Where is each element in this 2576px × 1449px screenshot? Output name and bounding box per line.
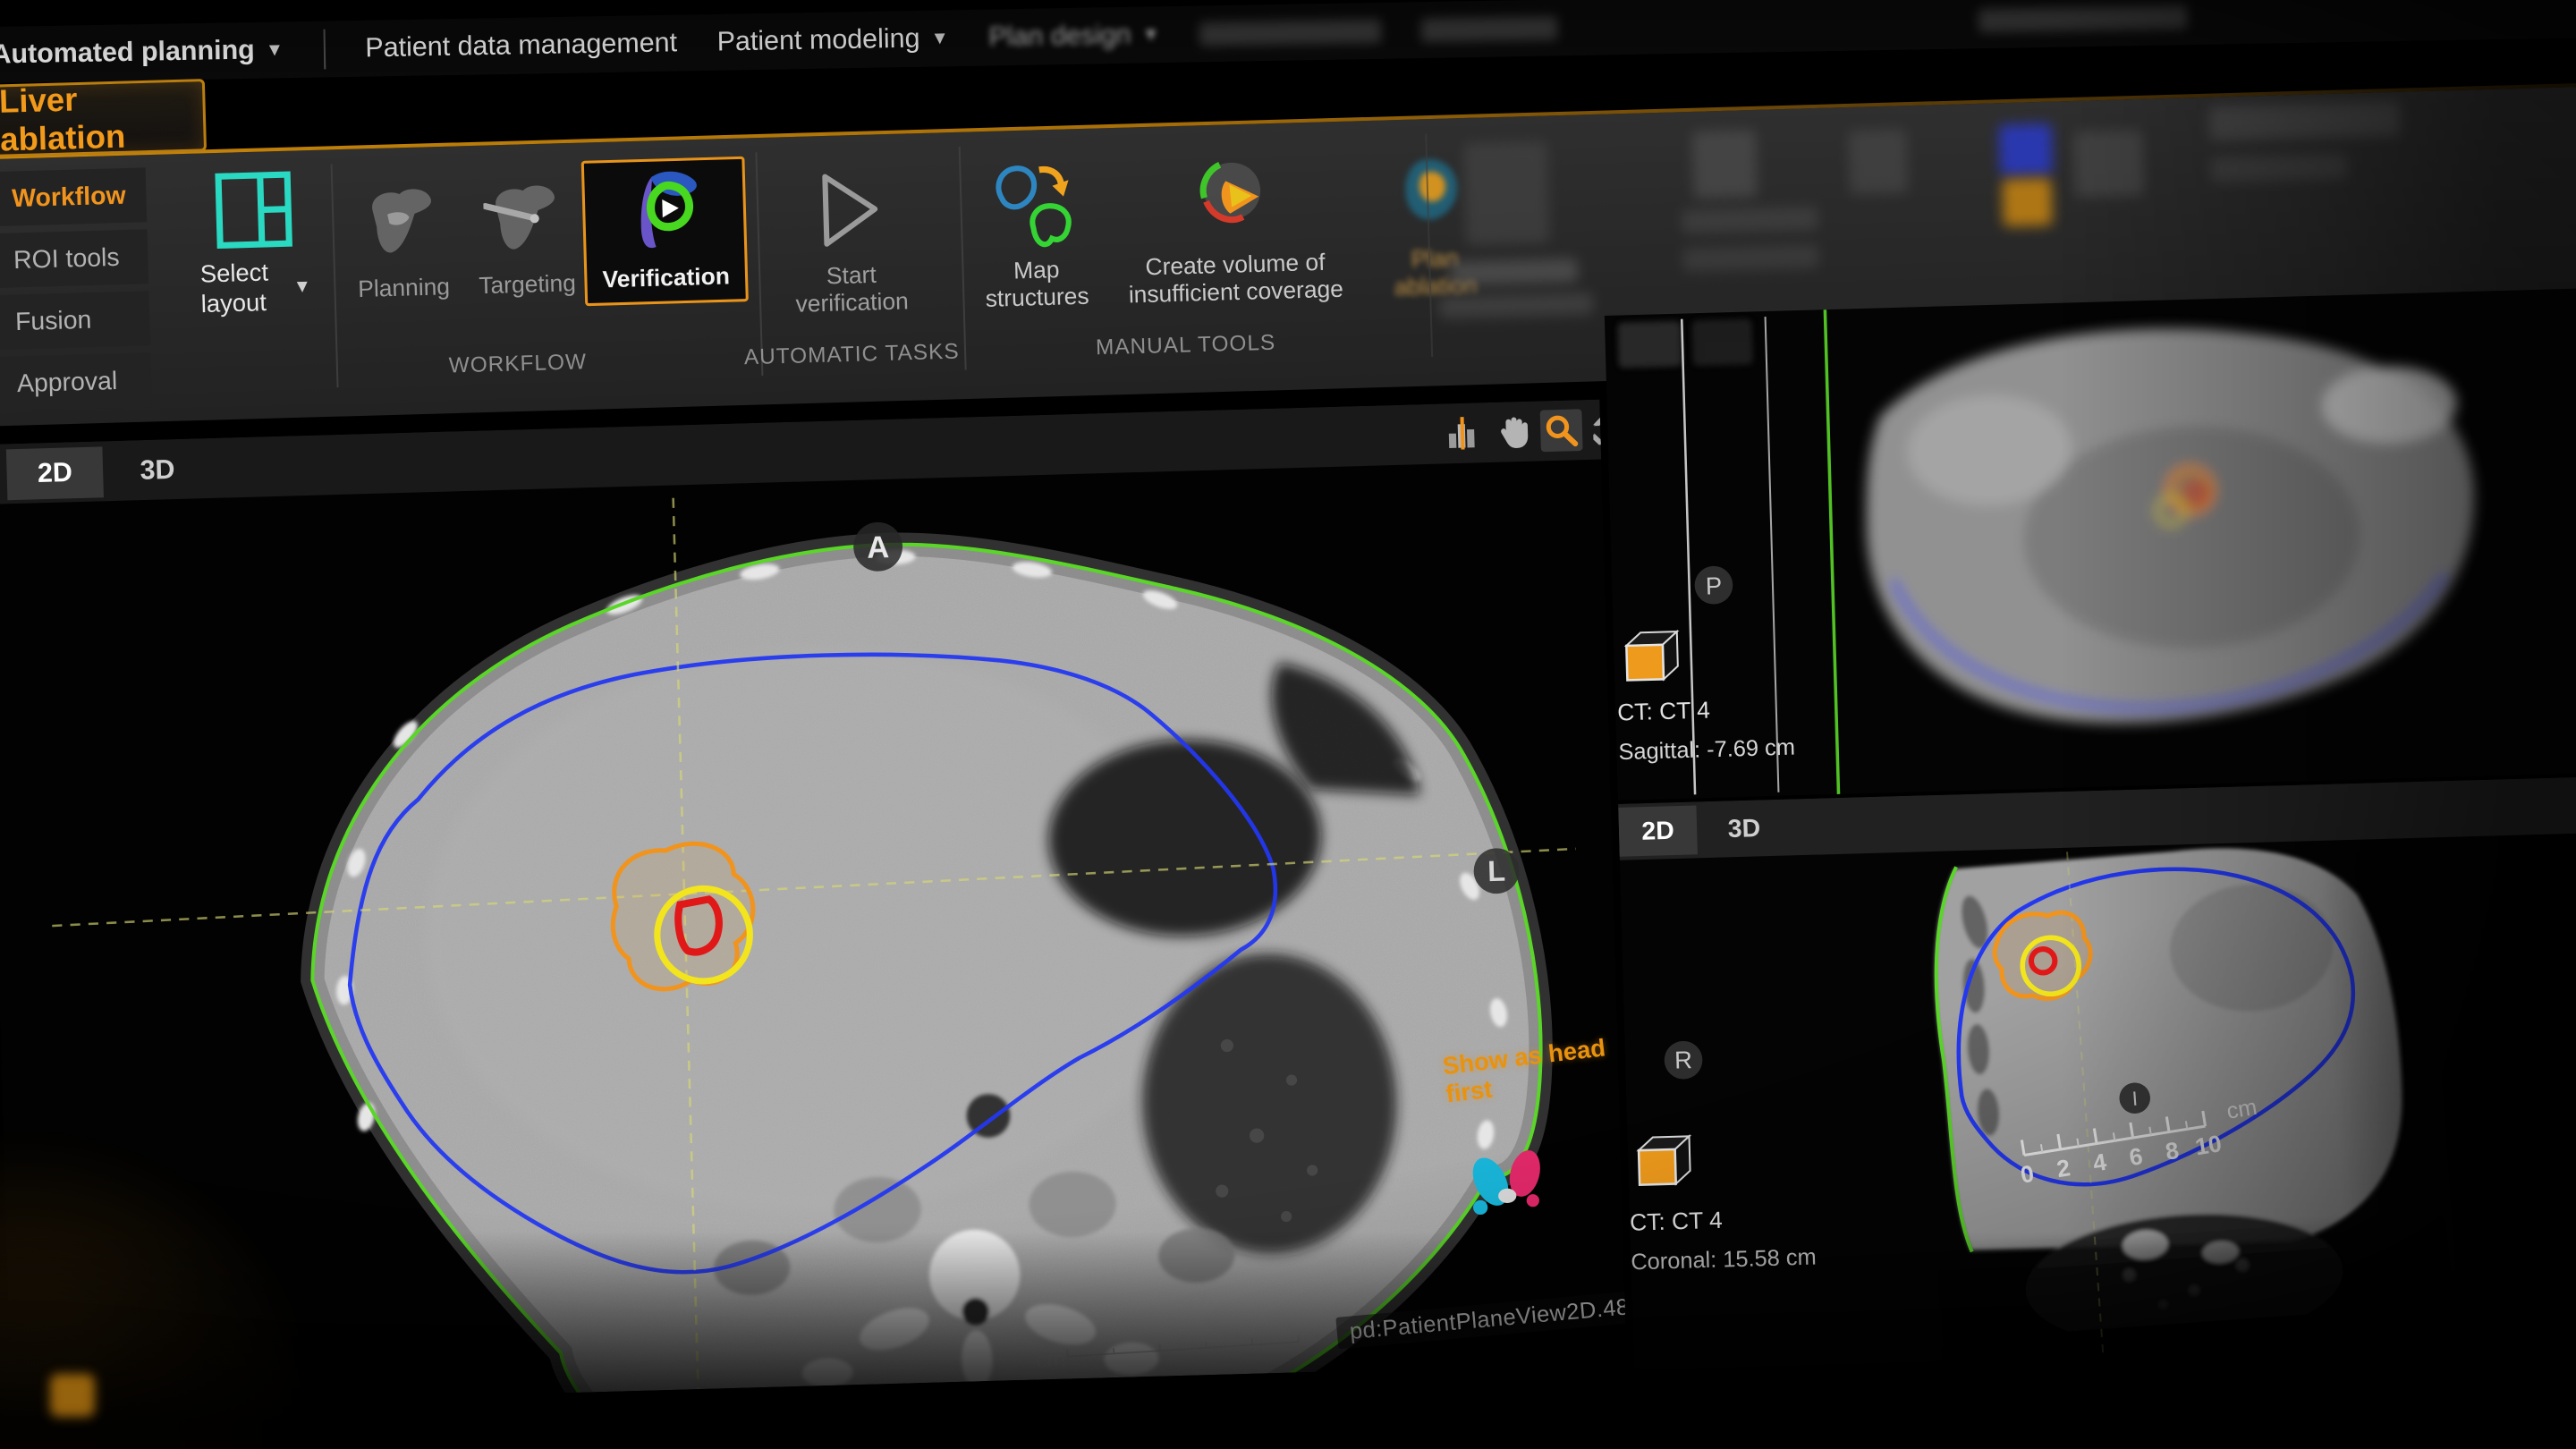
application-window: Automated planning ▼ Patient data manage…: [0, 0, 2576, 1449]
plan-ablation-icon: [1392, 148, 1474, 238]
planning-button[interactable]: Planning: [342, 177, 463, 304]
sidebar-item-label: Fusion: [15, 305, 92, 336]
sidebar-item-workflow[interactable]: Workflow: [0, 167, 147, 226]
menu-item-blurred[interactable]: [1421, 16, 1558, 42]
ribbon-accent-line: [0, 83, 2576, 160]
sagittal-viewport: P CT: CT 4 Sagittal: -7.69 cm: [1605, 288, 2576, 800]
targeting-label: Targeting: [479, 270, 576, 300]
chevron-down-icon: ▼: [1142, 24, 1160, 46]
liver-targeting-icon: [483, 174, 569, 264]
menu-label: Patient modeling: [716, 23, 919, 57]
start-verification-label: Start verification: [769, 260, 934, 319]
svg-text:A: A: [867, 530, 890, 565]
menu-label: Plan design: [988, 20, 1131, 53]
start-verification-button[interactable]: Start verification: [767, 164, 934, 318]
cube-orientation-icon[interactable]: [1617, 623, 1684, 690]
map-structures-button[interactable]: Map structures: [970, 159, 1101, 313]
sagittal-ct-info: CT: CT 4 Sagittal: -7.69 cm: [1617, 694, 1795, 767]
targeting-button[interactable]: Targeting: [465, 174, 587, 301]
planning-label: Planning: [358, 274, 451, 303]
select-layout-button[interactable]: Select layout ▼: [189, 166, 320, 319]
sagittal-ct-blob: [1861, 320, 2480, 731]
chevron-down-icon: ▼: [266, 39, 284, 61]
menu-patient-modeling[interactable]: Patient modeling ▼: [716, 23, 949, 58]
image-set-label: CT: CT 4: [1630, 1206, 1723, 1235]
orientation-marker-posterior: P: [1694, 565, 1733, 605]
svg-text:P: P: [1705, 572, 1722, 599]
select-layout-label: Select layout: [199, 258, 288, 318]
svg-text:cm: cm: [2224, 1095, 2258, 1124]
sidebar-item-label: ROI tools: [13, 242, 120, 275]
tumor-contours: [611, 842, 756, 990]
screen: Automated planning ▼ Patient data manage…: [0, 0, 2576, 1449]
top-menu-bar: Automated planning ▼ Patient data manage…: [0, 0, 2576, 84]
sidebar-item-fusion[interactable]: Fusion: [0, 291, 150, 350]
tab-label: 2D: [1641, 816, 1674, 845]
taskbar-glow: [50, 1374, 95, 1417]
ribbon-divider: [755, 152, 763, 376]
menu-item-blurred[interactable]: [1199, 19, 1381, 46]
tab-liver-ablation[interactable]: Liver ablation: [0, 79, 207, 157]
menu-patient-data-management[interactable]: Patient data management: [365, 28, 677, 64]
svg-text:R: R: [1674, 1046, 1693, 1074]
sidebar-item-label: Approval: [17, 367, 118, 399]
liver-planning-icon: [360, 177, 445, 267]
tab-3d-coronal[interactable]: 3D: [1707, 803, 1782, 854]
axial-ct-image: A L cm: [0, 400, 1626, 1409]
ribbon-divider: [959, 147, 967, 370]
create-volume-button[interactable]: Create volume of insufficient coverage: [1110, 152, 1360, 309]
map-structures-label: Map structures: [968, 255, 1106, 313]
tab-label: 3D: [1727, 814, 1760, 843]
svg-text:cm: cm: [1036, 1347, 1066, 1373]
menu-label: Patient data management: [365, 28, 677, 64]
play-outline-icon: [812, 165, 887, 255]
slice-position-label: Coronal: 15.58 cm: [1631, 1244, 1817, 1275]
chevron-down-icon: ▼: [930, 28, 948, 49]
automatic-tasks-group-label: AUTOMATIC TASKS: [744, 339, 961, 370]
manual-tools-group-label: MANUAL TOOLS: [1096, 330, 1276, 360]
workflow-group-label: WORKFLOW: [448, 350, 587, 379]
tab-2d-coronal[interactable]: 2D: [1618, 805, 1698, 856]
sidebar-item-roi-tools[interactable]: ROI tools: [0, 229, 148, 288]
ribbon-blurred-region: [0, 87, 2576, 160]
coronal-ct-image: 0 2 4 6 8 10 cm I R: [1620, 833, 2576, 1370]
svg-text:L: L: [1487, 855, 1506, 888]
menu-plan-design[interactable]: Plan design ▼: [988, 19, 1160, 53]
module-tab-label: Liver ablation: [0, 77, 204, 159]
insufficient-coverage-icon: [1189, 154, 1278, 243]
sidebar-item-approval[interactable]: Approval: [0, 352, 152, 411]
menu-label: Automated planning: [0, 35, 255, 71]
coronal-ct-info: CT: CT 4 Coronal: 15.58 cm: [1630, 1204, 1817, 1276]
image-set-label: CT: CT 4: [1617, 696, 1710, 725]
map-structures-icon: [988, 160, 1081, 250]
svg-text:10: 10: [2193, 1130, 2224, 1160]
verification-button[interactable]: Verification: [581, 157, 749, 306]
sidebar-item-label: Workflow: [12, 181, 126, 213]
layout-grid-icon: [211, 167, 297, 259]
create-volume-label: Create volume of insufficient coverage: [1108, 248, 1364, 309]
menu-item-blurred[interactable]: [1979, 4, 2188, 31]
ribbon-divider: [331, 165, 339, 388]
axial-viewport: 2D 3D: [0, 400, 1626, 1409]
slice-position-label: Sagittal: -7.69 cm: [1618, 734, 1795, 766]
orientation-marker-right: R: [1664, 1040, 1703, 1080]
chevron-down-icon: ▼: [292, 275, 311, 298]
menu-divider: [323, 30, 326, 70]
menu-automated-planning[interactable]: Automated planning ▼: [0, 35, 284, 71]
verification-label: Verification: [602, 263, 730, 293]
green-contour-edge: [1825, 309, 1838, 794]
verification-icon: [618, 167, 711, 257]
coronal-viewport: 2D 3D: [1618, 776, 2576, 1370]
cube-orientation-icon[interactable]: [1629, 1127, 1696, 1194]
